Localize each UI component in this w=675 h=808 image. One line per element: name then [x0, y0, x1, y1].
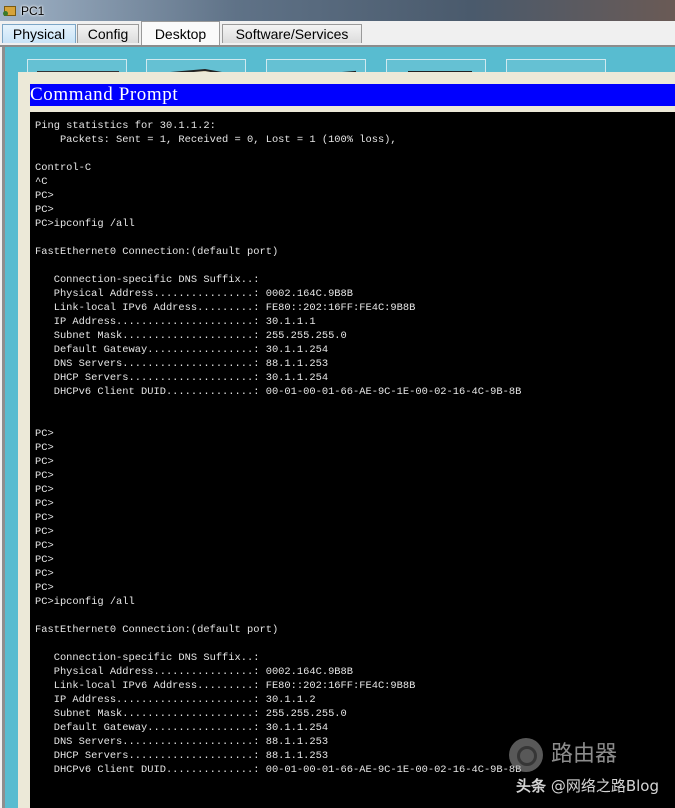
terminal-line: PC>	[35, 484, 54, 496]
terminal-line: PC>	[35, 540, 54, 552]
terminal-line: Packets: Sent = 1, Received = 0, Lost = …	[35, 134, 397, 146]
tab-desktop[interactable]: Desktop	[141, 21, 220, 45]
terminal-line: PC>	[35, 470, 54, 482]
terminal-line: ^C	[35, 176, 48, 188]
terminal-line: DHCPv6 Client DUID..............: 00-01-…	[35, 386, 522, 398]
window-title: PC1	[21, 3, 45, 18]
terminal-line: PC>	[35, 554, 54, 566]
terminal-line: DNS Servers.....................: 88.1.1…	[35, 736, 329, 748]
terminal-line: PC>ipconfig /all	[35, 596, 135, 608]
terminal-line: Link-local IPv6 Address.........: FE80::…	[35, 302, 416, 314]
terminal-line: Link-local IPv6 Address.........: FE80::…	[35, 680, 416, 692]
terminal-line: Default Gateway.................: 30.1.1…	[35, 722, 329, 734]
packet-tracer-pc-icon	[3, 5, 17, 17]
tab-software-services[interactable]: Software/Services	[222, 24, 362, 43]
command-prompt-title-bar: Command Prompt	[30, 84, 675, 106]
watermark-platform: 头条	[516, 777, 547, 795]
terminal-line: PC>ipconfig /all	[35, 218, 135, 230]
terminal-line: Connection-specific DNS Suffix..:	[35, 274, 260, 286]
window-title-bar: PC1	[0, 0, 675, 21]
terminal-line: Physical Address................: 0002.1…	[35, 288, 354, 300]
command-prompt-title: Command Prompt	[30, 84, 179, 105]
watermark-author: 头条 @网络之路Blog	[516, 775, 659, 796]
terminal-line: Ping statistics for 30.1.1.2:	[35, 120, 216, 132]
terminal-line: PC>	[35, 204, 54, 216]
terminal-output[interactable]: Ping statistics for 30.1.1.2: Packets: S…	[30, 112, 675, 808]
device-tab-bar: Physical Config Desktop Software/Service…	[0, 21, 675, 47]
terminal-line: PC>	[35, 428, 54, 440]
terminal-line: FastEthernet0 Connection:(default port)	[35, 246, 279, 258]
terminal-line: PC>	[35, 568, 54, 580]
terminal-text: Ping statistics for 30.1.1.2: Packets: S…	[30, 112, 675, 777]
terminal-line: DNS Servers.....................: 88.1.1…	[35, 358, 329, 370]
terminal-line: PC>	[35, 526, 54, 538]
terminal-line: IP Address......................: 30.1.1…	[35, 316, 316, 328]
terminal-line: Control-C	[35, 162, 92, 174]
terminal-line: DHCP Servers....................: 30.1.1…	[35, 372, 329, 384]
terminal-line: PC>	[35, 442, 54, 454]
terminal-line: Subnet Mask.....................: 255.25…	[35, 708, 347, 720]
terminal-line: DHCP Servers....................: 88.1.1…	[35, 750, 329, 762]
tab-physical[interactable]: Physical	[2, 24, 76, 43]
terminal-line: Subnet Mask.....................: 255.25…	[35, 330, 347, 342]
terminal-line: Connection-specific DNS Suffix..:	[35, 652, 260, 664]
terminal-line: FastEthernet0 Connection:(default port)	[35, 624, 279, 636]
tab-config[interactable]: Config	[77, 24, 139, 43]
terminal-line: PC>	[35, 498, 54, 510]
terminal-line: IP Address......................: 30.1.1…	[35, 694, 316, 706]
terminal-line: PC>	[35, 456, 54, 468]
terminal-line: Default Gateway.................: 30.1.1…	[35, 344, 329, 356]
terminal-line: PC>	[35, 190, 54, 202]
command-prompt-window: Command Prompt Ping statistics for 30.1.…	[18, 72, 675, 808]
terminal-line: DHCPv6 Client DUID..............: 00-01-…	[35, 764, 522, 776]
terminal-line: PC>	[35, 582, 54, 594]
terminal-line: Physical Address................: 0002.1…	[35, 666, 354, 678]
watermark-handle: @网络之路Blog	[550, 777, 659, 795]
terminal-line: PC>	[35, 512, 54, 524]
